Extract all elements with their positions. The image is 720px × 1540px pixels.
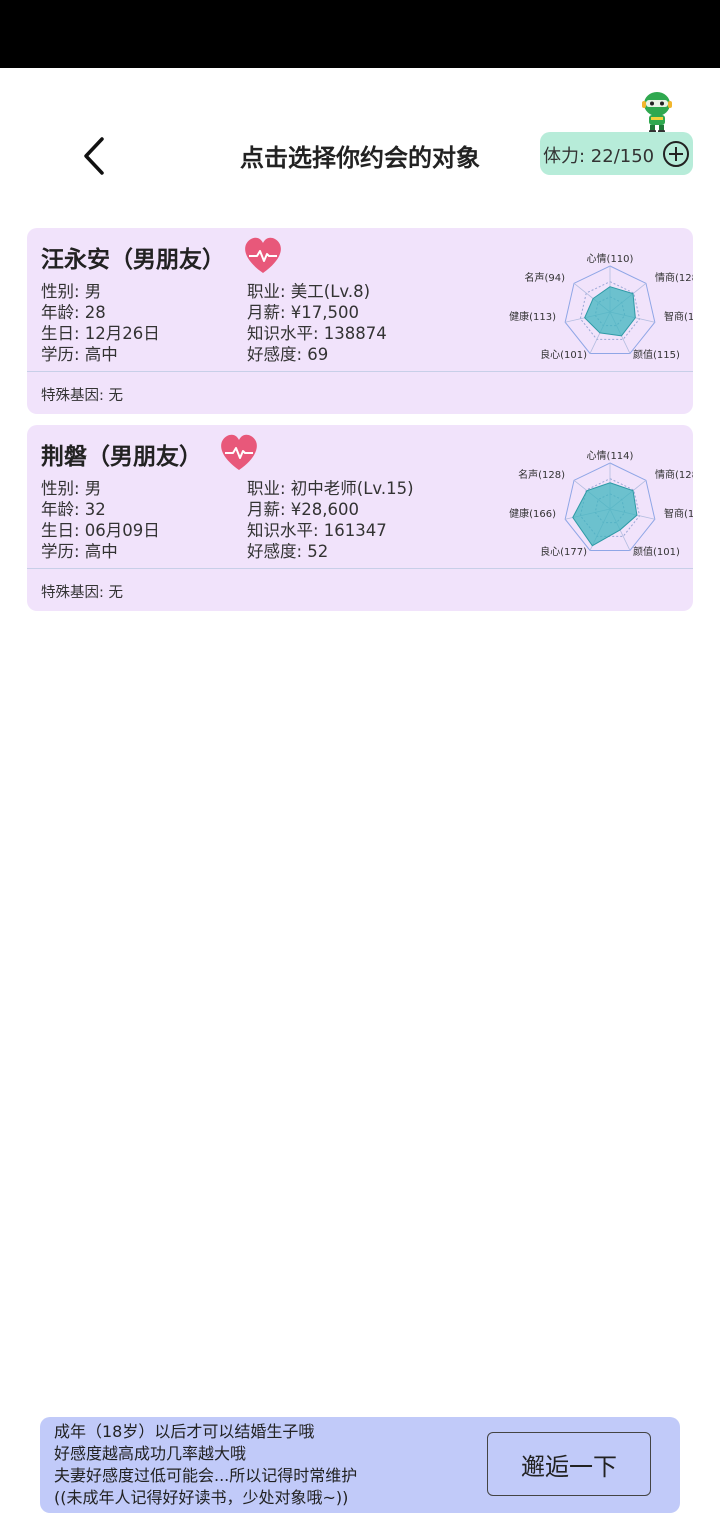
radar-label: 心情(114) xyxy=(587,449,634,462)
stamina-panel: 体力: 22/150 xyxy=(540,132,693,175)
heartbeat-icon xyxy=(217,432,261,472)
radar-label: 智商(120) xyxy=(664,507,693,520)
card-divider xyxy=(27,371,693,372)
education-field: 学历: 高中 xyxy=(41,542,118,561)
radar-label: 情商(128) xyxy=(655,468,693,481)
knowledge-field: 知识水平: 138874 xyxy=(247,324,387,343)
card-divider xyxy=(27,568,693,569)
age-field: 年龄: 32 xyxy=(41,500,106,519)
tip-line: ((未成年人记得好好读书，少处对象哦~)) xyxy=(54,1488,349,1507)
plus-circle-icon xyxy=(663,141,689,167)
green-mascot-icon xyxy=(637,90,677,134)
attribute-radar-chart: 心情(110) 情商(128) 智商(113) 颜值(115) 良心(101) 健康(11… xyxy=(509,252,693,361)
job-field: 职业: 初中老师(Lv.15) xyxy=(247,479,414,498)
salary-field: 月薪: ¥28,600 xyxy=(247,500,360,519)
special-gene-field: 特殊基因: 无 xyxy=(41,585,123,601)
status-bar xyxy=(0,0,720,68)
birthday-field: 生日: 06月09日 xyxy=(41,521,160,540)
knowledge-field: 知识水平: 161347 xyxy=(247,521,387,540)
date-name: 汪永安（男朋友） xyxy=(41,247,225,273)
education-field: 学历: 高中 xyxy=(41,345,118,364)
tip-line: 夫妻好感度过低可能会...所以记得时常维护 xyxy=(54,1466,358,1485)
salary-field: 月薪: ¥17,500 xyxy=(247,303,360,322)
attribute-radar-chart: 心情(114) 情商(128) 智商(120) 颜值(101) 良心(177) 健康(16… xyxy=(509,449,693,558)
radar-label: 智商(113) xyxy=(664,310,693,323)
tip-line: 好感度越高成功几率越大哦 xyxy=(54,1444,247,1463)
age-field: 年龄: 28 xyxy=(41,303,106,322)
radar-label: 颜值(115) xyxy=(633,348,680,361)
radar-label: 健康(166) xyxy=(509,507,556,520)
radar-label: 良心(177) xyxy=(540,545,587,558)
special-gene-field: 特殊基因: 无 xyxy=(41,388,123,404)
radar-area xyxy=(584,286,636,337)
radar-label: 情商(128) xyxy=(655,271,693,284)
radar-label: 名声(128) xyxy=(518,468,565,481)
heartbeat-icon xyxy=(241,235,285,275)
favor-field: 好感度: 52 xyxy=(247,542,329,561)
encounter-button[interactable]: 邂逅一下 xyxy=(487,1432,651,1496)
add-stamina-button[interactable] xyxy=(662,140,690,168)
date-card[interactable]: 汪永安（男朋友） 性别: 男 年龄: 28 生日: 12月26日 学历: 高中 … xyxy=(27,228,693,414)
stamina-label: 体力: 22/150 xyxy=(543,146,655,167)
radar-label: 心情(110) xyxy=(587,252,634,265)
tips-panel: 成年（18岁）以后才可以结婚生子哦 好感度越高成功几率越大哦 夫妻好感度过低可能… xyxy=(40,1417,680,1513)
gender-field: 性别: 男 xyxy=(41,479,102,498)
job-field: 职业: 美工(Lv.8) xyxy=(247,282,371,301)
radar-label: 健康(113) xyxy=(509,310,556,323)
date-card[interactable]: 荆磐（男朋友） 性别: 男 年龄: 32 生日: 06月09日 学历: 高中 职… xyxy=(27,425,693,611)
radar-label: 良心(101) xyxy=(540,348,587,361)
radar-label: 颜值(101) xyxy=(633,545,680,558)
date-name: 荆磐（男朋友） xyxy=(41,444,202,470)
birthday-field: 生日: 12月26日 xyxy=(41,324,160,343)
favor-field: 好感度: 69 xyxy=(247,345,329,364)
radar-label: 名声(94) xyxy=(524,271,565,284)
tip-line: 成年（18岁）以后才可以结婚生子哦 xyxy=(54,1422,315,1441)
radar-area xyxy=(572,482,638,547)
gender-field: 性别: 男 xyxy=(41,282,102,301)
